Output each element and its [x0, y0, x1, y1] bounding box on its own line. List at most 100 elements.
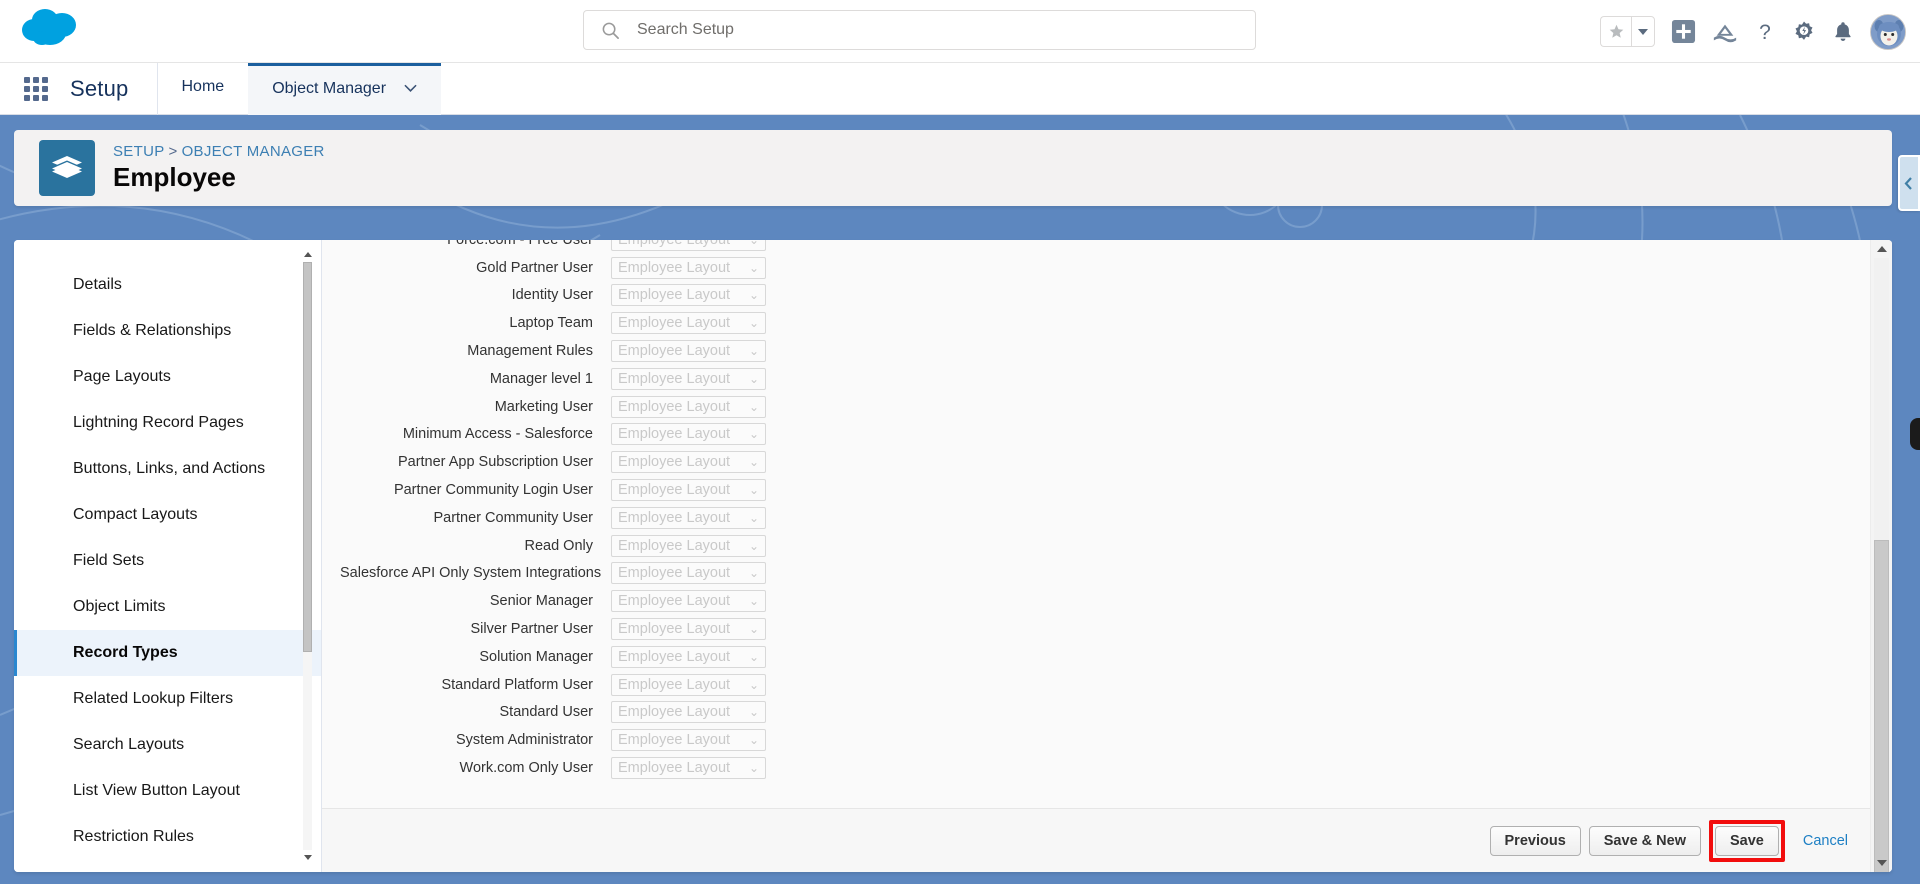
page-layout-select[interactable]: Employee Layout ⌄: [611, 729, 766, 752]
breadcrumb-object-manager[interactable]: OBJECT MANAGER: [182, 143, 325, 160]
page-layout-select[interactable]: Employee Layout ⌄: [611, 701, 766, 724]
page-layout-select[interactable]: Employee Layout ⌄: [611, 590, 766, 613]
main-panel: Details Fields & Relationships Page Layo…: [14, 240, 1892, 872]
sidebar-scroll-down-arrow-icon[interactable]: [301, 851, 314, 864]
sidebar-item-label: Record Types: [73, 644, 178, 661]
global-actions-plus-icon[interactable]: [1671, 19, 1696, 44]
content-scrollbar[interactable]: [1870, 240, 1892, 872]
sidebar-scroll-up-arrow-icon[interactable]: [301, 248, 314, 261]
sidebar-item-restriction-rules[interactable]: Restriction Rules: [14, 814, 321, 860]
tab-object-manager[interactable]: Object Manager: [248, 62, 442, 115]
chevron-down-icon: ⌄: [748, 594, 759, 609]
sidebar-item-label: Related Lookup Filters: [73, 690, 234, 707]
page-layout-select[interactable]: Employee Layout ⌄: [611, 367, 766, 390]
favorites-group[interactable]: [1600, 16, 1655, 47]
trailhead-icon[interactable]: [1712, 21, 1738, 43]
page-layout-select[interactable]: Employee Layout ⌄: [611, 534, 766, 557]
content-scroll-up-arrow-icon[interactable]: [1871, 240, 1892, 258]
chevron-down-icon: ⌄: [748, 733, 759, 748]
table-row: Minimum Access - Salesforce Employee Layo…: [322, 421, 1870, 449]
setup-title: Setup: [70, 75, 129, 101]
page-layout-select-value: Employee Layout: [618, 648, 731, 665]
page-layout-select[interactable]: Employee Layout ⌄: [611, 757, 766, 780]
header-icon-group: ?: [1600, 0, 1906, 63]
page-layout-select[interactable]: Employee Layout ⌄: [611, 256, 766, 279]
table-row: Work.com Only User Employee Layout ⌄: [322, 754, 1870, 782]
sidebar-scrollbar[interactable]: [301, 248, 314, 864]
page-layout-select[interactable]: Employee Layout ⌄: [611, 423, 766, 446]
save-button[interactable]: Save: [1714, 825, 1779, 856]
profile-name: Manager level 1: [489, 370, 593, 387]
page-layout-select[interactable]: Employee Layout ⌄: [611, 451, 766, 474]
search-input[interactable]: [637, 15, 1197, 45]
sidebar-item-object-limits[interactable]: Object Limits: [14, 584, 321, 630]
chevron-down-icon: ⌄: [748, 622, 759, 637]
sidebar-item-fields-relationships[interactable]: Fields & Relationships: [14, 308, 321, 354]
help-icon[interactable]: ?: [1754, 20, 1776, 44]
tab-home[interactable]: Home: [158, 63, 249, 115]
page-layout-select[interactable]: Employee Layout ⌄: [611, 340, 766, 363]
notifications-bell-icon[interactable]: [1832, 20, 1854, 44]
page-layout-select-value: Employee Layout: [618, 398, 731, 415]
profile-name: Management Rules: [467, 343, 593, 360]
favorites-star-icon[interactable]: [1600, 16, 1631, 47]
sidebar-item-label: Page Layouts: [73, 368, 171, 385]
sidebar-item-record-types[interactable]: Record Types: [14, 630, 321, 676]
sidebar-item-field-sets[interactable]: Field Sets: [14, 538, 321, 584]
sidebar-item-search-layouts[interactable]: Search Layouts: [14, 722, 321, 768]
sidebar-item-details[interactable]: Details: [14, 262, 321, 308]
previous-button[interactable]: Previous: [1489, 825, 1581, 856]
record-header-card: SETUP > OBJECT MANAGER Employee: [14, 130, 1892, 206]
page-layout-select[interactable]: Employee Layout ⌄: [611, 506, 766, 529]
user-avatar[interactable]: [1870, 13, 1906, 50]
content-scroll-thumb[interactable]: [1874, 540, 1889, 872]
page-layout-select[interactable]: Employee Layout ⌄: [611, 284, 766, 307]
content-scroll-down-arrow-icon[interactable]: [1871, 854, 1892, 872]
table-row: Laptop Team Employee Layout ⌄: [322, 309, 1870, 337]
setup-gear-icon[interactable]: [1792, 20, 1816, 44]
table-row: Partner Community User Employee Layout ⌄: [322, 504, 1870, 532]
cancel-link[interactable]: Cancel: [1803, 833, 1848, 849]
page-layout-select[interactable]: Employee Layout ⌄: [611, 562, 766, 585]
object-sidebar: Details Fields & Relationships Page Layo…: [14, 240, 322, 872]
page-layout-select[interactable]: Employee Layout ⌄: [611, 645, 766, 668]
table-row: Senior Manager Employee Layout ⌄: [322, 587, 1870, 615]
page-layout-select-value: Employee Layout: [618, 370, 731, 387]
page-layout-select[interactable]: Employee Layout ⌄: [611, 618, 766, 641]
chevron-down-icon: ⌄: [748, 761, 759, 776]
sidebar-item-list-view-button-layout[interactable]: List View Button Layout: [14, 768, 321, 814]
chevron-down-icon: ⌄: [748, 649, 759, 664]
page-layout-select[interactable]: Employee Layout ⌄: [611, 673, 766, 696]
sidebar-item-label: Restriction Rules: [73, 828, 194, 845]
chevron-down-icon: ⌄: [748, 316, 759, 331]
setup-nav-bar: Setup Home Object Manager: [0, 62, 1920, 115]
favorites-caret-icon[interactable]: [1631, 16, 1655, 47]
salesforce-cloud-logo[interactable]: [20, 5, 82, 49]
table-row: System Administrator Employee Layout ⌄: [322, 726, 1870, 754]
action-button-bar: Previous Save & New Save Cancel: [322, 808, 1870, 872]
page-layout-select[interactable]: Employee Layout ⌄: [611, 395, 766, 418]
app-launcher-waffle-icon[interactable]: [22, 75, 50, 103]
sidebar-item-related-lookup-filters[interactable]: Related Lookup Filters: [14, 676, 321, 722]
search-setup-box[interactable]: [583, 10, 1256, 50]
profile-name: Laptop Team: [509, 315, 593, 332]
page-layout-select[interactable]: Employee Layout ⌄: [611, 240, 766, 251]
sidebar-item-lightning-record-pages[interactable]: Lightning Record Pages: [14, 400, 321, 446]
profile-name: System Administrator: [456, 732, 593, 749]
profile-name: Standard Platform User: [441, 676, 593, 693]
save-and-new-button[interactable]: Save & New: [1588, 825, 1701, 856]
breadcrumb-setup[interactable]: SETUP: [113, 143, 165, 160]
page-layout-select-value: Employee Layout: [618, 509, 731, 526]
chevron-down-icon[interactable]: [404, 80, 417, 98]
sidebar-item-page-layouts[interactable]: Page Layouts: [14, 354, 321, 400]
page-layout-select-value: Employee Layout: [618, 287, 731, 304]
collapse-panel-tab-top[interactable]: [1898, 155, 1920, 211]
sidebar-item-buttons-links-actions[interactable]: Buttons, Links, and Actions: [14, 446, 321, 492]
sidebar-scroll-thumb[interactable]: [303, 262, 312, 652]
record-header-text: SETUP > OBJECT MANAGER Employee: [113, 143, 325, 193]
page-layout-select-value: Employee Layout: [618, 259, 731, 276]
page-layout-select[interactable]: Employee Layout ⌄: [611, 312, 766, 335]
sidebar-item-compact-layouts[interactable]: Compact Layouts: [14, 492, 321, 538]
page-layout-select[interactable]: Employee Layout ⌄: [611, 479, 766, 502]
chevron-down-icon: ⌄: [748, 344, 759, 359]
